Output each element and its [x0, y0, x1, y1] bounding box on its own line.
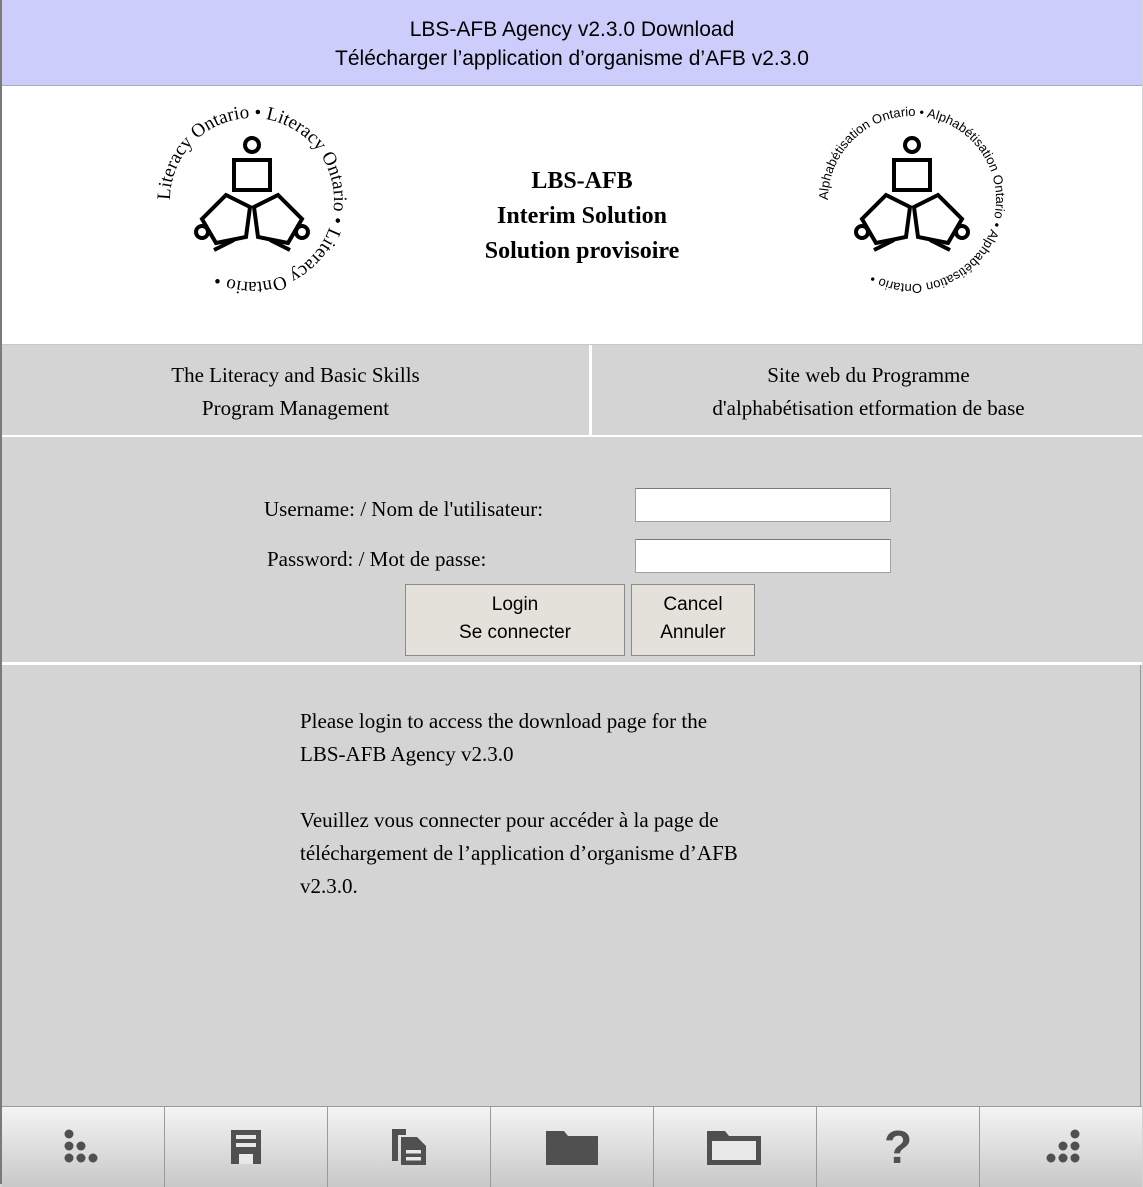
menu-dots-left-button[interactable]	[2, 1107, 165, 1187]
login-button-label-en: Login	[491, 594, 539, 615]
help-icon: ?	[884, 1125, 912, 1169]
login-form: Username: / Nom de l'utilisateur: Passwo…	[2, 437, 1142, 665]
instructions-fr-line-2: téléchargement de l’application d’organi…	[300, 841, 738, 865]
menu-dots-right-button[interactable]	[980, 1107, 1142, 1187]
copy-document-icon	[392, 1129, 426, 1165]
heading-line-2: Interim Solution	[496, 203, 667, 229]
svg-text:Literacy Ontario • Literacy On: Literacy Ontario • Literacy Ontario • Li…	[154, 102, 350, 298]
afb-program-website-link[interactable]: Site web du Programme d'alphabétisation …	[595, 345, 1142, 435]
cancel-button-label-fr: Annuler	[660, 622, 726, 643]
program-links-row: The Literacy and Basic Skills Program Ma…	[2, 345, 1142, 437]
title-line-2: Télécharger l’application d’organisme d’…	[335, 47, 809, 70]
french-link-line-1: Site web du Programme	[767, 363, 970, 387]
username-label: Username: / Nom de l'utilisateur:	[264, 497, 544, 521]
svg-text:Alphabétisation Ontario • Alph: Alphabétisation Ontario • Alphabétisatio…	[816, 104, 1008, 296]
help-button[interactable]: ?	[817, 1107, 980, 1187]
folder-open-icon	[707, 1131, 761, 1165]
alphabetisation-ontario-logo: Alphabétisation Ontario • Alphabétisatio…	[816, 104, 1008, 296]
folder-open-button[interactable]	[654, 1107, 817, 1187]
title-line-1: LBS-AFB Agency v2.3.0 Download	[409, 18, 735, 41]
copy-document-button[interactable]	[328, 1107, 491, 1187]
logo-left-ring-text: Literacy Ontario • Literacy Ontario • Li…	[154, 102, 350, 298]
save-button[interactable]	[165, 1107, 328, 1187]
lbs-program-management-link[interactable]: The Literacy and Basic Skills Program Ma…	[2, 345, 592, 435]
username-input[interactable]	[635, 488, 891, 522]
instructions-en-line-2: LBS-AFB Agency v2.3.0	[300, 742, 514, 766]
login-instructions: Please login to access the download page…	[300, 705, 880, 936]
bottom-toolbar: ?	[2, 1106, 1142, 1187]
title-bar: LBS-AFB Agency v2.3.0 Download Télécharg…	[2, 0, 1142, 86]
instructions-en-line-1: Please login to access the download page…	[300, 709, 708, 733]
save-icon	[231, 1130, 261, 1164]
english-link-line-2: Program Management	[201, 396, 390, 420]
heading-line-3: Solution provisoire	[484, 238, 680, 264]
literacy-ontario-logo: Literacy Ontario • Literacy Ontario • Li…	[154, 102, 350, 298]
french-link-line-2: d'alphabétisation etformation de base	[712, 396, 1025, 420]
instructions-fr-line-1: Veuillez vous connecter pour accéder à l…	[300, 808, 719, 832]
english-link-line-1: The Literacy and Basic Skills	[171, 363, 420, 387]
cancel-button[interactable]: Cancel Annuler	[631, 584, 755, 656]
instructions-english: Please login to access the download page…	[300, 705, 880, 771]
header-banner: Literacy Ontario • Literacy Ontario • Li…	[2, 86, 1142, 345]
folder-closed-icon	[546, 1131, 598, 1165]
svg-text:?: ?	[884, 1125, 912, 1169]
cancel-button-label-en: Cancel	[663, 594, 723, 615]
login-button-label-fr: Se connecter	[459, 622, 571, 643]
heading-line-1: LBS-AFB	[531, 168, 633, 194]
logo-right-ring-text: Alphabétisation Ontario • Alphabétisatio…	[816, 104, 1008, 296]
password-input[interactable]	[635, 539, 891, 573]
menu-dots-right-icon	[1046, 1129, 1080, 1163]
login-button[interactable]: Login Se connecter	[405, 584, 625, 656]
instructions-french: Veuillez vous connecter pour accéder à l…	[300, 804, 880, 903]
password-label: Password: / Mot de passe:	[267, 547, 487, 571]
menu-dots-left-icon	[64, 1129, 98, 1163]
instructions-fr-line-3: v2.3.0.	[300, 874, 358, 898]
folder-closed-button[interactable]	[491, 1107, 654, 1187]
program-heading: LBS-AFB Interim Solution Solution provis…	[432, 164, 732, 269]
